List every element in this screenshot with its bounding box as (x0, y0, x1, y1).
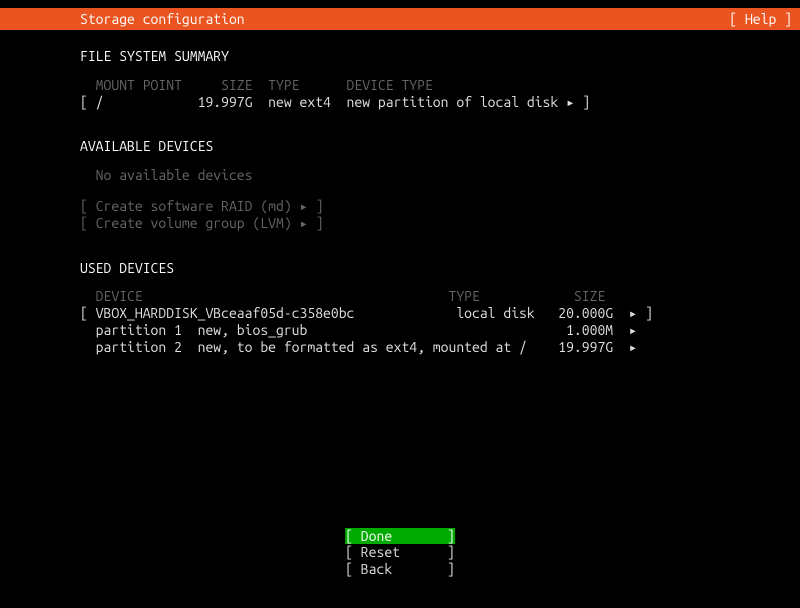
fs-summary-title: FILE SYSTEM SUMMARY (80, 48, 720, 65)
create-raid-button[interactable]: [ Create software RAID (md) ▸ ] (80, 198, 720, 215)
used-partition-1[interactable]: partition 1 new, bios_grub 1.000M ▸ (80, 322, 720, 339)
header-bar: Storage configuration [ Help ] (0, 8, 800, 30)
used-disk-row[interactable]: [ VBOX_HARDDISK_VBceaaf05d-c358e0bc loca… (80, 305, 720, 322)
available-title: AVAILABLE DEVICES (80, 138, 720, 155)
available-empty: No available devices (80, 167, 720, 184)
fs-summary-row[interactable]: [ / 19.997G new ext4 new partition of lo… (80, 94, 720, 111)
reset-button[interactable]: [ Reset ] (345, 544, 455, 561)
done-button[interactable]: [ Done ] (345, 528, 455, 545)
used-columns: DEVICE TYPE SIZE (80, 288, 720, 305)
footer-menu: [ Done ] [ Reset ] [ Back ] (345, 528, 455, 578)
create-lvm-button[interactable]: [ Create volume group (LVM) ▸ ] (80, 215, 720, 232)
help-button[interactable]: [ Help ] (729, 11, 792, 28)
used-title: USED DEVICES (80, 260, 720, 277)
main-content: FILE SYSTEM SUMMARY MOUNT POINT SIZE TYP… (0, 30, 800, 356)
back-button[interactable]: [ Back ] (345, 561, 455, 578)
page-title: Storage configuration (80, 11, 245, 28)
used-partition-2[interactable]: partition 2 new, to be formatted as ext4… (80, 339, 720, 356)
fs-summary-columns: MOUNT POINT SIZE TYPE DEVICE TYPE (80, 77, 720, 94)
